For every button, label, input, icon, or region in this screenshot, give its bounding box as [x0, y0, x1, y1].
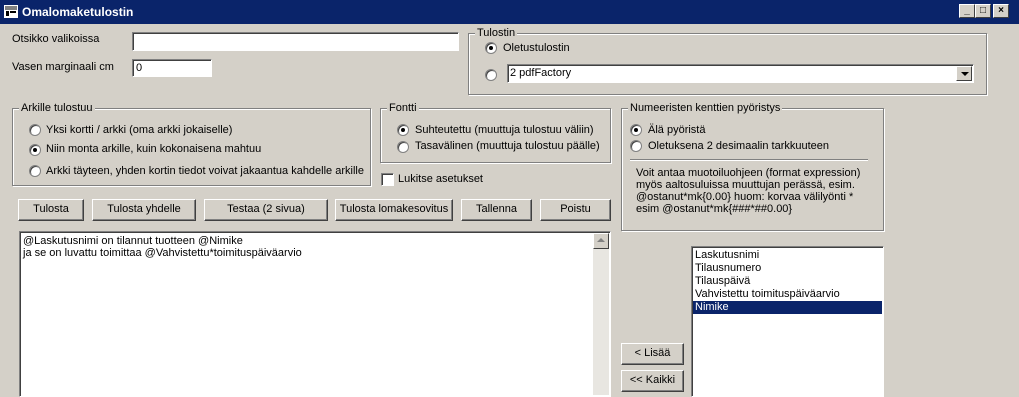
testaa-button-label: Testaa (2 sivua): [227, 203, 305, 215]
tulosta-yhdelle-button-label: Tulosta yhdelle: [107, 203, 181, 215]
lukitse-label: Lukitse asetukset: [398, 173, 483, 185]
tulosta-lomakesovitus-button[interactable]: Tulosta lomakesovitus: [335, 199, 453, 221]
lisaa-button[interactable]: < Lisää: [621, 343, 684, 365]
oletustulostin-radio[interactable]: [485, 42, 497, 54]
fields-listbox[interactable]: Laskutusnimi Tilausnumero Tilauspäivä Va…: [691, 246, 884, 397]
fontti-group: Fontti Suhteutettu (muuttuja tulostuu vä…: [380, 102, 611, 163]
arkille-option-3-radio[interactable]: [29, 165, 41, 177]
arkille-option-3-label: Arkki täyteen, yhden kortin tiedot voiva…: [46, 165, 364, 177]
lisaa-button-label: < Lisää: [634, 347, 671, 359]
desimaali-radio[interactable]: [630, 140, 642, 152]
close-button[interactable]: ×: [993, 4, 1009, 18]
pyoristys-group: Numeeristen kenttien pyöristys Älä pyöri…: [621, 102, 884, 231]
fontti-suhteutettu-radio[interactable]: [397, 124, 409, 136]
arkille-option-2-label: Niin monta arkille, kuin kokonaisena mah…: [46, 143, 262, 155]
maximize-button[interactable]: □: [975, 4, 991, 18]
tulosta-button[interactable]: Tulosta: [18, 199, 84, 221]
app-icon: [4, 5, 18, 18]
window-title: Omalomaketulostin: [22, 5, 134, 19]
testaa-button[interactable]: Testaa (2 sivua): [204, 199, 328, 221]
arkille-group-title: Arkille tulostuu: [19, 102, 95, 114]
marginaali-input[interactable]: 0: [132, 59, 212, 77]
editor-line: ja se on luvattu toimittaa @Vahvistettu*…: [23, 247, 302, 259]
format-help-line: Voit antaa muotoiluohjeen (format expres…: [636, 167, 861, 179]
format-help-line: esim @ostanut*mk{###*##0.00}: [636, 203, 793, 215]
tulosta-button-label: Tulosta: [33, 203, 69, 215]
tulostin-group-title: Tulostin: [475, 27, 518, 39]
marginaali-label: Vasen marginaali cm: [12, 61, 114, 73]
kaikki-button-label: << Kaikki: [629, 374, 676, 386]
otsikko-input[interactable]: [132, 32, 459, 51]
list-item[interactable]: Tilauspäivä: [693, 275, 882, 288]
poistu-button-label: Poistu: [560, 203, 591, 215]
format-help-text: Voit antaa muotoiluohjeen (format expres…: [636, 167, 860, 215]
list-item[interactable]: Vahvistettu toimituspäiväarvio: [693, 288, 882, 301]
arkille-group: Arkille tulostuu Yksi kortti / arkki (om…: [12, 102, 371, 186]
minimize-icon: _: [964, 5, 970, 16]
list-item-selected[interactable]: Nimike: [693, 301, 882, 314]
format-help-line: @ostanut*mk{0.00} huom: korvaa välilyönt…: [636, 191, 854, 203]
ala-pyorista-radio[interactable]: [630, 124, 642, 136]
fontti-tasavalinen-radio[interactable]: [397, 141, 409, 153]
tulostin-group: Tulostin Oletustulostin 2 pdfFactory: [468, 27, 987, 95]
scroll-up-icon[interactable]: [593, 233, 609, 249]
template-editor[interactable]: @Laskutusnimi on tilannut tuotteen @Nimi…: [19, 231, 611, 397]
fontti-group-title: Fontti: [387, 102, 419, 114]
editor-line: @Laskutusnimi on tilannut tuotteen @Nimi…: [23, 235, 243, 247]
arkille-option-2-radio[interactable]: [29, 144, 41, 156]
maximize-icon: □: [979, 5, 987, 16]
arkille-option-1-label: Yksi kortti / arkki (oma arkki jokaisell…: [46, 124, 233, 136]
close-icon: ×: [998, 5, 1004, 16]
fontti-tasavalinen-label: Tasavälinen (muuttuja tulostuu päälle): [415, 140, 600, 152]
tulosta-lomakesovitus-button-label: Tulosta lomakesovitus: [339, 203, 449, 215]
chevron-down-icon[interactable]: [956, 66, 972, 81]
desimaali-label: Oletuksena 2 desimaalin tarkkuuteen: [648, 140, 829, 152]
pyoristys-divider: [630, 159, 868, 160]
lukitse-checkbox[interactable]: [381, 173, 394, 186]
kaikki-button[interactable]: << Kaikki: [621, 370, 684, 392]
ala-pyorista-label: Älä pyöristä: [648, 124, 706, 136]
format-help-line: myös aaltosuluissa muuttujan perässä, es…: [636, 179, 855, 191]
printer-combo-value: 2 pdfFactory: [510, 67, 572, 79]
tallenna-button[interactable]: Tallenna: [461, 199, 532, 221]
printer-combo[interactable]: 2 pdfFactory: [507, 64, 974, 83]
printer-select-radio[interactable]: [485, 69, 497, 81]
minimize-button[interactable]: _: [959, 4, 975, 18]
list-item[interactable]: Tilausnumero: [693, 262, 882, 275]
otsikko-label: Otsikko valikoissa: [12, 33, 100, 45]
oletustulostin-label: Oletustulostin: [503, 42, 570, 54]
poistu-button[interactable]: Poistu: [540, 199, 611, 221]
tulosta-yhdelle-button[interactable]: Tulosta yhdelle: [92, 199, 196, 221]
list-item[interactable]: Laskutusnimi: [693, 249, 882, 262]
title-bar: Omalomaketulostin _ □ ×: [0, 0, 1019, 24]
fontti-suhteutettu-label: Suhteutettu (muuttuja tulostuu väliin): [415, 124, 594, 136]
tallenna-button-label: Tallenna: [476, 203, 517, 215]
arkille-option-1-radio[interactable]: [29, 124, 41, 136]
editor-scrollbar[interactable]: [593, 233, 609, 395]
pyoristys-group-title: Numeeristen kenttien pyöristys: [628, 102, 783, 114]
